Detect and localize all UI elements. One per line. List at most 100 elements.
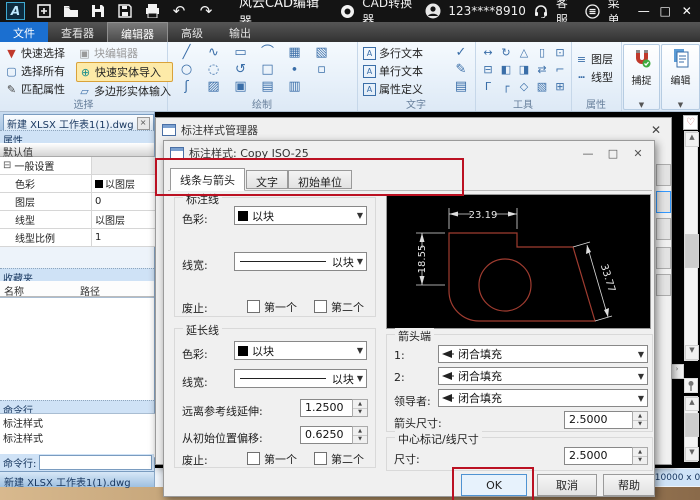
ribbon-tool-icon[interactable]: ▧ bbox=[533, 78, 551, 95]
manager-close-icon[interactable]: ✕ bbox=[647, 123, 665, 137]
ribbon-tool-icon[interactable]: ▧ bbox=[308, 44, 335, 61]
select-all-button[interactable]: ▢选择所有 bbox=[3, 62, 67, 80]
ribbon-tool-icon[interactable]: ⌒ bbox=[254, 44, 281, 61]
minimize-button[interactable]: — bbox=[636, 4, 651, 18]
menu-tab-editor[interactable]: 编辑器 bbox=[107, 22, 168, 42]
ext-lineweight-select[interactable]: 以块 ▼ bbox=[234, 369, 367, 388]
ribbon-tool-icon[interactable]: ⊡ bbox=[551, 44, 569, 61]
ext-color-select[interactable]: 以块 ▼ bbox=[234, 341, 367, 360]
favorites-list[interactable] bbox=[0, 297, 154, 402]
tab-primary-units[interactable]: 初始单位 bbox=[288, 170, 352, 189]
edit-button[interactable]: 编辑 ▼ bbox=[661, 44, 700, 110]
scroll-thumb[interactable] bbox=[685, 413, 699, 437]
defaults-header[interactable]: 默认值 bbox=[0, 143, 154, 157]
table-row[interactable]: 线型 以图层 bbox=[0, 211, 155, 229]
favorites-path-column[interactable]: 路径 bbox=[80, 283, 100, 298]
cad-converter-icon[interactable] bbox=[339, 3, 355, 19]
text-style-icon[interactable]: ✎ bbox=[453, 61, 469, 78]
ribbon-tool-icon[interactable]: □ bbox=[254, 61, 281, 78]
ok-button[interactable]: OK bbox=[461, 474, 527, 496]
arrow-first-select[interactable]: 闭合填充 ▼ bbox=[438, 345, 648, 363]
offset-origin-input[interactable]: 0.6250 ▲▼ bbox=[300, 426, 368, 444]
ribbon-tool-icon[interactable]: ʃ bbox=[173, 78, 200, 95]
singleline-text-button[interactable]: A单行文本 bbox=[361, 62, 425, 80]
ribbon-tool-icon[interactable]: ▤ bbox=[254, 78, 281, 95]
ribbon-tool-icon[interactable]: ◇ bbox=[515, 78, 533, 95]
account-number[interactable]: 123****8910 bbox=[448, 4, 525, 18]
command-input[interactable] bbox=[39, 455, 152, 470]
spinner-buttons[interactable]: ▲▼ bbox=[632, 447, 648, 465]
ribbon-tool-icon[interactable]: ▭ bbox=[227, 44, 254, 61]
scroll-down-arrow[interactable]: ▼ bbox=[685, 345, 699, 360]
manager-side-button[interactable] bbox=[656, 218, 671, 240]
ribbon-tool-icon[interactable]: ▯ bbox=[533, 44, 551, 61]
dialog-maximize-icon[interactable]: □ bbox=[603, 147, 623, 160]
ribbon-tool-icon[interactable]: ▦ bbox=[281, 44, 308, 61]
command-history[interactable]: 标注样式 标注样式 bbox=[0, 413, 160, 458]
panel-collapse-arrow[interactable]: › bbox=[670, 364, 684, 379]
ext-suppress-first-checkbox[interactable]: 第一个 bbox=[247, 451, 297, 467]
tab-lines-arrows[interactable]: 线条与箭头 bbox=[170, 168, 245, 191]
tab-text[interactable]: 文字 bbox=[246, 170, 288, 189]
ribbon-tool-icon[interactable]: ∙ bbox=[281, 61, 308, 78]
ribbon-tool-icon[interactable]: ▫ bbox=[308, 61, 335, 78]
help-button[interactable]: 帮助 bbox=[603, 474, 655, 496]
ribbon-tool-icon[interactable]: ↺ bbox=[227, 61, 254, 78]
ribbon-tool-icon[interactable]: ▥ bbox=[281, 78, 308, 95]
ribbon-tool-icon[interactable]: ╱ bbox=[173, 44, 200, 61]
snap-dropdown-arrow[interactable]: ▼ bbox=[624, 101, 659, 109]
manager-side-button[interactable] bbox=[656, 191, 671, 213]
center-size-input[interactable]: 2.5000 ▲▼ bbox=[564, 447, 648, 465]
save-icon[interactable] bbox=[90, 3, 106, 19]
menu-tab-file[interactable]: 文件 bbox=[0, 22, 48, 42]
ribbon-tool-icon[interactable]: Γ bbox=[479, 78, 497, 95]
ribbon-tool-icon[interactable]: ⊟ bbox=[479, 61, 497, 78]
ribbon-tool-icon[interactable]: ∿ bbox=[200, 44, 227, 61]
favorites-name-column[interactable]: 名称 bbox=[4, 283, 24, 298]
ribbon-tool-icon[interactable]: ▨ bbox=[200, 78, 227, 95]
dialog-close-icon[interactable]: ✕ bbox=[628, 147, 648, 160]
manager-side-button[interactable] bbox=[656, 164, 671, 186]
canvas-scrollbar[interactable]: ▲ ▼ bbox=[684, 131, 698, 361]
dim-lineweight-select[interactable]: 以块 ▼ bbox=[234, 252, 367, 271]
menu-tab-output[interactable]: 输出 bbox=[216, 22, 264, 42]
panel-scrollbar[interactable]: ▲ ▼ bbox=[684, 396, 698, 462]
ribbon-tool-icon[interactable]: ↔ bbox=[479, 44, 497, 61]
menu-tab-viewer[interactable]: 查看器 bbox=[48, 22, 107, 42]
quick-select-button[interactable]: ▼快速选择 bbox=[3, 44, 67, 62]
new-file-icon[interactable] bbox=[36, 3, 52, 19]
document-tab-close-icon[interactable]: × bbox=[137, 117, 150, 130]
linetype-button[interactable]: ┅线型 bbox=[573, 68, 615, 86]
multiline-text-button[interactable]: A多行文本 bbox=[361, 44, 425, 62]
user-avatar-icon[interactable] bbox=[425, 3, 441, 19]
support-headset-icon[interactable] bbox=[533, 3, 549, 19]
dialog-minimize-icon[interactable]: — bbox=[578, 147, 598, 160]
favorites-panel-header[interactable]: 收藏夹 bbox=[0, 268, 154, 281]
dim-suppress-second-checkbox[interactable]: 第二个 bbox=[314, 299, 364, 315]
ribbon-tool-icon[interactable]: △ bbox=[515, 44, 533, 61]
spinner-buttons[interactable]: ▲▼ bbox=[632, 411, 648, 429]
snap-button[interactable]: 捕捉 ▼ bbox=[623, 44, 660, 110]
dim-suppress-first-checkbox[interactable]: 第一个 bbox=[247, 299, 297, 315]
undo-icon[interactable]: ↶ bbox=[171, 3, 187, 19]
command-line-panel-header[interactable]: 命令行 bbox=[0, 400, 154, 413]
ribbon-tool-icon[interactable]: ⌐ bbox=[551, 61, 569, 78]
dim-color-select[interactable]: 以块 ▼ bbox=[234, 206, 367, 225]
close-button[interactable]: ✕ bbox=[679, 4, 694, 18]
spinner-buttons[interactable]: ▲▼ bbox=[352, 399, 368, 417]
manager-side-button[interactable] bbox=[656, 274, 671, 296]
scroll-up-arrow[interactable]: ▲ bbox=[685, 397, 699, 411]
extend-beyond-input[interactable]: 1.2500 ▲▼ bbox=[300, 399, 368, 417]
ribbon-tool-icon[interactable]: ┌ bbox=[497, 78, 515, 95]
table-row[interactable]: 色彩 以图层 bbox=[0, 175, 155, 193]
scroll-up-arrow[interactable]: ▲ bbox=[685, 132, 699, 147]
menu-icon[interactable] bbox=[585, 3, 601, 19]
edit-text-icon[interactable]: ▤ bbox=[453, 78, 469, 95]
print-icon[interactable] bbox=[144, 3, 160, 19]
ribbon-tool-icon[interactable]: ○ bbox=[173, 61, 200, 78]
maximize-button[interactable]: □ bbox=[658, 4, 673, 18]
arrow-size-input[interactable]: 2.5000 ▲▼ bbox=[564, 411, 648, 429]
ext-suppress-second-checkbox[interactable]: 第二个 bbox=[314, 451, 364, 467]
properties-panel-header[interactable]: 属性 bbox=[0, 130, 154, 143]
ribbon-tool-icon[interactable]: ⇄ bbox=[533, 61, 551, 78]
